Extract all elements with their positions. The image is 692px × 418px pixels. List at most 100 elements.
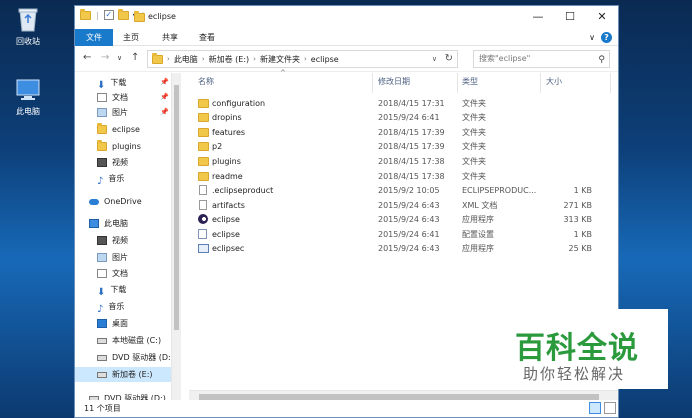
table-row[interactable]: p2 2018/4/15 17:39 文件夹 xyxy=(189,139,609,154)
watermark-subtitle: 助你轻松解决 xyxy=(523,365,626,383)
folder-icon xyxy=(198,128,209,137)
new-folder-icon[interactable] xyxy=(117,8,129,20)
file-icon xyxy=(199,185,207,195)
column-header-type[interactable]: 类型 xyxy=(462,76,478,87)
table-row[interactable]: .eclipseproduct 2015/9/2 10:05 ECLIPSEPR… xyxy=(189,183,609,198)
sidebar-item-pc-pictures[interactable]: 图片 xyxy=(75,250,171,265)
table-row[interactable]: plugins 2018/4/15 17:38 文件夹 xyxy=(189,154,609,169)
close-button[interactable]: ✕ xyxy=(586,6,618,28)
download-arrow-icon: ⬇ xyxy=(97,80,106,91)
picture-icon xyxy=(97,253,107,262)
sidebar-item-this-pc[interactable]: 此电脑 xyxy=(75,216,171,231)
column-header-date[interactable]: 修改日期 xyxy=(378,76,410,87)
tab-view[interactable]: 查看 xyxy=(189,29,225,46)
table-row[interactable]: eclipse 2015/9/24 6:43 应用程序 313 KB xyxy=(189,212,609,227)
breadcrumb-this-pc[interactable]: 此电脑 xyxy=(174,54,198,65)
status-bar: 11 个项目 xyxy=(75,400,618,417)
forward-arrow-icon[interactable]: → xyxy=(101,52,109,63)
sidebar-item-pc-music[interactable]: ♪ 音乐 xyxy=(75,299,171,315)
sidebar-item-documents[interactable]: 文档 📌 xyxy=(75,90,171,105)
tab-file[interactable]: 文件 xyxy=(75,29,113,46)
folder-icon xyxy=(198,172,209,181)
sidebar-item-pc-videos[interactable]: 视频 xyxy=(75,233,171,248)
cloud-icon xyxy=(89,198,99,205)
sidebar-item-pc-documents[interactable]: 文档 xyxy=(75,266,171,281)
back-arrow-icon[interactable]: ← xyxy=(83,52,91,63)
search-placeholder: 搜索"eclipse" xyxy=(479,54,531,63)
breadcrumb-volume-e[interactable]: 新加卷 (E:) xyxy=(209,54,250,65)
sidebar-item-pc-downloads[interactable]: ⬇ 下载 xyxy=(75,282,171,298)
breadcrumb-new-folder[interactable]: 新建文件夹 xyxy=(260,54,300,65)
sidebar-item-desktop[interactable]: 桌面 xyxy=(75,316,171,331)
expand-ribbon-icon[interactable]: ∨ xyxy=(589,33,595,42)
sidebar-item-videos[interactable]: 视频 xyxy=(75,155,171,170)
column-header-name[interactable]: 名称 xyxy=(198,76,214,87)
download-arrow-icon: ⬇ xyxy=(97,287,106,298)
watermark-logo: 百科全说 助你轻松解决 xyxy=(503,309,668,389)
music-note-icon: ♪ xyxy=(97,304,104,315)
address-dropdown-icon[interactable]: ∨ xyxy=(432,55,437,63)
window-title: eclipse xyxy=(148,12,176,21)
title-bar: | ✓ ▾ | eclipse — ☐ ✕ xyxy=(75,6,618,29)
navigation-bar: ← → ∨ ↑ › 此电脑 › 新加卷 (E:) › 新建文件夹 › eclip… xyxy=(75,46,618,72)
computer-icon xyxy=(16,79,40,100)
sidebar-item-onedrive[interactable]: OneDrive xyxy=(75,194,171,209)
ribbon-tabs: 文件 主页 共享 查看 ∨ ? xyxy=(75,29,618,46)
breadcrumb-eclipse[interactable]: eclipse xyxy=(311,55,339,64)
table-row[interactable]: artifacts 2015/9/24 6:43 XML 文档 271 KB xyxy=(189,198,609,213)
folder-icon xyxy=(152,52,163,64)
table-row[interactable]: eclipsec 2015/9/24 6:43 应用程序 25 KB xyxy=(189,241,609,256)
sidebar-item-music[interactable]: ♪ 音乐 xyxy=(75,171,171,187)
pin-icon: 📌 xyxy=(160,108,169,116)
table-row[interactable]: eclipse 2015/9/24 6:41 配置设置 1 KB xyxy=(189,227,609,242)
desktop-recycle-bin[interactable]: 回收站 xyxy=(3,6,53,47)
sidebar-item-downloads[interactable]: ⬇ 下载 📌 xyxy=(75,75,171,91)
folder-icon xyxy=(134,11,145,22)
folder-icon xyxy=(198,113,209,122)
desktop-this-pc[interactable]: 此电脑 xyxy=(3,78,53,117)
up-arrow-icon[interactable]: ↑ xyxy=(131,52,139,63)
drive-icon xyxy=(97,337,107,344)
eclipse-app-icon xyxy=(198,214,208,224)
minimize-button[interactable]: — xyxy=(522,6,554,28)
column-header-size[interactable]: 大小 xyxy=(546,76,562,87)
desktop-icon-label: 回收站 xyxy=(16,37,40,46)
help-icon[interactable]: ? xyxy=(601,32,612,43)
document-icon xyxy=(97,93,107,102)
sidebar-item-dvd-d[interactable]: DVD 驱动器 (D: xyxy=(75,350,171,365)
recent-locations-icon[interactable]: ∨ xyxy=(117,54,122,62)
dvd-drive-icon xyxy=(97,354,107,361)
sidebar-item-drive-c[interactable]: 本地磁盘 (C:) xyxy=(75,333,171,348)
table-row[interactable]: readme 2018/4/15 17:38 文件夹 xyxy=(189,169,609,184)
folder-icon xyxy=(97,140,107,151)
document-icon xyxy=(97,269,107,278)
table-row[interactable]: dropins 2015/9/24 6:41 文件夹 xyxy=(189,110,609,125)
refresh-icon[interactable]: ↻ xyxy=(445,53,453,64)
music-note-icon: ♪ xyxy=(97,176,104,187)
folder-icon xyxy=(198,157,209,166)
pin-icon: 📌 xyxy=(160,78,169,86)
sidebar-item-plugins[interactable]: plugins xyxy=(75,139,171,154)
search-input[interactable]: 搜索"eclipse" ⚲ xyxy=(473,50,610,68)
desktop-icon xyxy=(97,319,107,328)
folder-icon xyxy=(97,123,107,134)
folder-icon xyxy=(198,99,209,108)
table-row[interactable]: features 2018/4/15 17:39 文件夹 xyxy=(189,125,609,140)
pin-icon: 📌 xyxy=(160,93,169,101)
sidebar-item-eclipse[interactable]: eclipse xyxy=(75,122,171,137)
computer-icon xyxy=(89,219,99,228)
table-row[interactable]: configuration 2018/4/15 17:31 文件夹 xyxy=(189,96,609,111)
properties-icon[interactable]: ✓ xyxy=(103,10,114,20)
tab-share[interactable]: 共享 xyxy=(152,29,188,46)
video-icon xyxy=(97,236,107,245)
sidebar-item-volume-e[interactable]: 新加卷 (E:) xyxy=(75,367,171,382)
desktop-icon-label: 此电脑 xyxy=(16,107,40,116)
large-icons-view-button[interactable] xyxy=(604,402,616,414)
details-view-button[interactable] xyxy=(589,402,601,414)
tab-home[interactable]: 主页 xyxy=(113,29,149,46)
maximize-button[interactable]: ☐ xyxy=(554,6,586,28)
address-bar[interactable]: › 此电脑 › 新加卷 (E:) › 新建文件夹 › eclipse ∨ ↻ xyxy=(147,50,458,68)
sidebar-item-pictures[interactable]: 图片 📌 xyxy=(75,105,171,120)
folder-icon xyxy=(198,142,209,151)
navigation-pane: ⬇ 下载 📌 文档 📌 图片 📌 eclipse plugins 视频 ♪ 音乐… xyxy=(75,73,181,403)
